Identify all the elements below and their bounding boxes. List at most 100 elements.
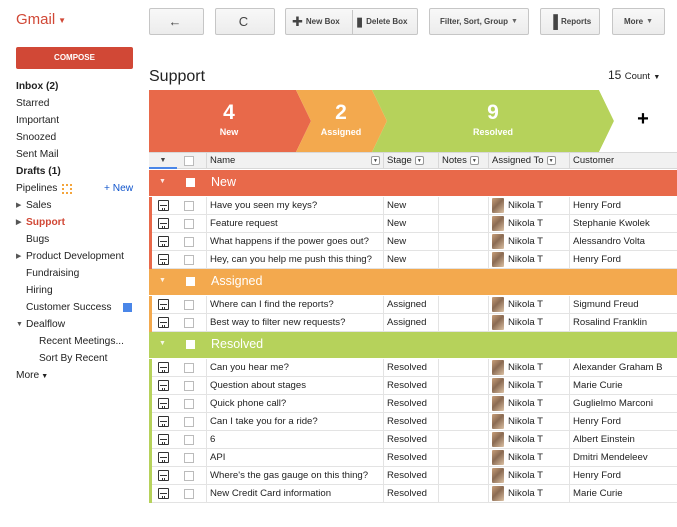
row-checkbox[interactable] bbox=[184, 453, 194, 463]
row-checkbox[interactable] bbox=[184, 237, 194, 247]
cell-customer[interactable]: Marie Curie bbox=[569, 485, 677, 503]
row-checkbox[interactable] bbox=[184, 417, 194, 427]
box-drag-icon[interactable] bbox=[158, 416, 169, 427]
collapse-arrow-icon[interactable]: ▼ bbox=[159, 277, 166, 284]
group-header-resolved[interactable]: ▼ Resolved bbox=[149, 332, 677, 358]
column-menu-icon[interactable]: ▼ bbox=[371, 156, 380, 165]
cell-assigned-to[interactable]: Nikola T bbox=[488, 485, 569, 503]
cell-stage[interactable]: New bbox=[383, 233, 438, 251]
cell-stage[interactable]: Resolved bbox=[383, 467, 438, 485]
cell-customer[interactable]: Albert Einstein bbox=[569, 431, 677, 449]
sidebar-item-hiring[interactable]: Hiring bbox=[16, 282, 144, 299]
cell-customer[interactable]: Henry Ford bbox=[569, 251, 677, 269]
expand-arrow-icon[interactable]: ▶ bbox=[16, 248, 21, 265]
table-row[interactable]: What happens if the power goes out? New Ni… bbox=[149, 233, 677, 251]
cell-notes[interactable] bbox=[438, 395, 488, 413]
box-drag-icon[interactable] bbox=[158, 362, 169, 373]
new-box-button[interactable]: ✚ New Box bbox=[292, 9, 340, 34]
cell-stage[interactable]: New bbox=[383, 251, 438, 269]
cell-stage[interactable]: Assigned bbox=[383, 314, 438, 332]
box-drag-icon[interactable] bbox=[158, 200, 169, 211]
refresh-button[interactable]: C bbox=[215, 8, 275, 35]
table-row[interactable]: Where can I find the reports? Assigned Nik… bbox=[149, 296, 677, 314]
cell-assigned-to[interactable]: Nikola T bbox=[488, 395, 569, 413]
row-checkbox[interactable] bbox=[184, 318, 194, 328]
select-dropdown-icon[interactable]: ▼ bbox=[149, 153, 177, 169]
cell-stage[interactable]: New bbox=[383, 215, 438, 233]
box-drag-icon[interactable] bbox=[158, 218, 169, 229]
column-menu-icon[interactable]: ▼ bbox=[469, 155, 479, 165]
row-checkbox[interactable] bbox=[184, 219, 194, 229]
cell-assigned-to[interactable]: Nikola T bbox=[488, 467, 569, 485]
cell-customer[interactable]: Marie Curie bbox=[569, 377, 677, 395]
row-checkbox[interactable] bbox=[184, 471, 194, 481]
select-all-checkbox[interactable] bbox=[184, 156, 194, 166]
cell-assigned-to[interactable]: Nikola T bbox=[488, 431, 569, 449]
sidebar-item-starred[interactable]: Starred bbox=[16, 95, 144, 112]
cell-stage[interactable]: Resolved bbox=[383, 413, 438, 431]
table-row[interactable]: Can I take you for a ride? Resolved Nikola… bbox=[149, 413, 677, 431]
reports-button[interactable]: ▐ Reports bbox=[540, 8, 600, 35]
sidebar-item-customer-success[interactable]: Customer Success bbox=[16, 299, 144, 316]
cell-name[interactable]: Hey, can you help me push this thing? bbox=[206, 251, 383, 269]
row-checkbox[interactable] bbox=[184, 381, 194, 391]
collapse-arrow-icon[interactable]: ▼ bbox=[159, 340, 166, 347]
cell-name[interactable]: Quick phone call? bbox=[206, 395, 383, 413]
cell-name[interactable]: Can you hear me? bbox=[206, 359, 383, 377]
box-drag-icon[interactable] bbox=[158, 398, 169, 409]
cell-name[interactable]: Best way to filter new requests? bbox=[206, 314, 383, 332]
group-select-checkbox[interactable] bbox=[186, 340, 195, 349]
group-select-checkbox[interactable] bbox=[186, 277, 195, 286]
cell-notes[interactable] bbox=[438, 233, 488, 251]
cell-stage[interactable]: New bbox=[383, 197, 438, 215]
expand-arrow-icon[interactable]: ▶ bbox=[16, 197, 21, 214]
box-drag-icon[interactable] bbox=[158, 299, 169, 310]
cell-stage[interactable]: Resolved bbox=[383, 359, 438, 377]
new-pipeline-link[interactable]: + New bbox=[104, 180, 133, 197]
cell-notes[interactable] bbox=[438, 296, 488, 314]
cell-stage[interactable]: Resolved bbox=[383, 395, 438, 413]
sidebar-item-support[interactable]: ▶ Support bbox=[16, 214, 144, 231]
cell-name[interactable]: 6 bbox=[206, 431, 383, 449]
cell-assigned-to[interactable]: Nikola T bbox=[488, 413, 569, 431]
delete-box-button[interactable]: ▮ Delete Box bbox=[356, 9, 408, 34]
cell-name[interactable]: What happens if the power goes out? bbox=[206, 233, 383, 251]
cell-assigned-to[interactable]: Nikola T bbox=[488, 449, 569, 467]
column-header-stage[interactable]: Stage ▼ bbox=[383, 153, 438, 169]
cell-assigned-to[interactable]: Nikola T bbox=[488, 251, 569, 269]
collapse-arrow-icon[interactable]: ▼ bbox=[16, 316, 23, 333]
cell-name[interactable]: New Credit Card information bbox=[206, 485, 383, 503]
row-checkbox[interactable] bbox=[184, 363, 194, 373]
sidebar-more[interactable]: More ▼ bbox=[16, 367, 144, 384]
cell-notes[interactable] bbox=[438, 215, 488, 233]
table-row[interactable]: Can you hear me? Resolved Nikola T Alexande… bbox=[149, 359, 677, 377]
cell-name[interactable]: API bbox=[206, 449, 383, 467]
table-row[interactable]: Best way to filter new requests? Assigned… bbox=[149, 314, 677, 332]
back-button[interactable]: ← bbox=[149, 8, 204, 35]
row-checkbox[interactable] bbox=[184, 201, 194, 211]
table-row[interactable]: 6 Resolved Nikola T Albert Einstein bbox=[149, 431, 677, 449]
cell-assigned-to[interactable]: Nikola T bbox=[488, 377, 569, 395]
group-header-assigned[interactable]: ▼ Assigned bbox=[149, 269, 677, 295]
cell-name[interactable]: Feature request bbox=[206, 215, 383, 233]
stage-resolved[interactable]: 9 Resolved bbox=[382, 90, 604, 152]
column-menu-icon[interactable]: ▼ bbox=[414, 155, 424, 165]
column-header-notes[interactable]: Notes ▼ bbox=[438, 153, 488, 169]
cell-notes[interactable] bbox=[438, 467, 488, 485]
cell-name[interactable]: Question about stages bbox=[206, 377, 383, 395]
cell-assigned-to[interactable]: Nikola T bbox=[488, 296, 569, 314]
table-row[interactable]: Have you seen my keys? New Nikola T Henry F… bbox=[149, 197, 677, 215]
sidebar-item-important[interactable]: Important bbox=[16, 112, 144, 129]
more-button[interactable]: More ▼ bbox=[612, 8, 665, 35]
cell-assigned-to[interactable]: Nikola T bbox=[488, 233, 569, 251]
cell-notes[interactable] bbox=[438, 413, 488, 431]
cell-customer[interactable]: Henry Ford bbox=[569, 413, 677, 431]
cell-assigned-to[interactable]: Nikola T bbox=[488, 359, 569, 377]
cell-customer[interactable]: Alexander Graham B bbox=[569, 359, 677, 377]
box-drag-icon[interactable] bbox=[158, 236, 169, 247]
gmail-logo[interactable]: Gmail ▼ bbox=[16, 11, 66, 28]
row-checkbox[interactable] bbox=[184, 399, 194, 409]
sidebar-item-sales[interactable]: ▶ Sales bbox=[16, 197, 144, 214]
cell-notes[interactable] bbox=[438, 314, 488, 332]
grid-icon[interactable] bbox=[62, 184, 72, 194]
